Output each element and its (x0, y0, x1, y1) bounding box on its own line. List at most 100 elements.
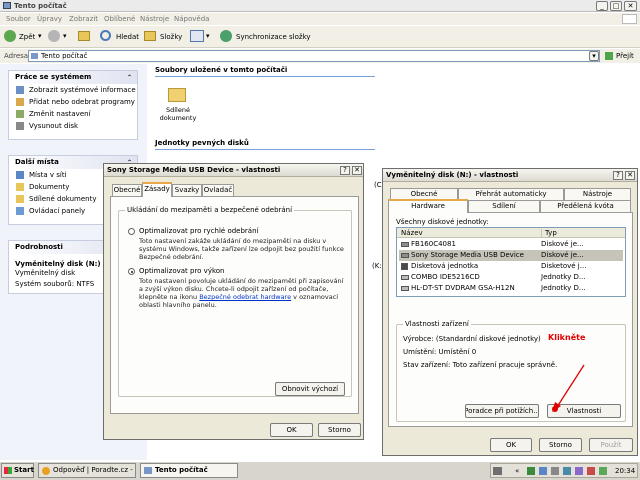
tray-icon[interactable] (563, 467, 571, 475)
table-row[interactable]: Sony Storage Media USB Device Diskové je.… (399, 250, 623, 261)
removable-disk-properties-dialog: Vyměnitelný disk (N:) - vlastnosti ? ✕ O… (382, 168, 638, 456)
folders-button-label[interactable]: Složky (160, 33, 182, 41)
help-button[interactable]: ? (340, 166, 350, 175)
performance-label[interactable]: Optimalizovat pro výkon (139, 267, 224, 275)
shared-documents-label[interactable]: Sdílené dokumenty (158, 106, 198, 122)
disk-list: Název Typ FB160C4081 Diskové je... Sony S… (396, 227, 626, 297)
table-row[interactable]: FB160C4081 Diskové je... (399, 239, 623, 250)
ok-button[interactable]: OK (270, 423, 313, 437)
minimize-button[interactable]: _ (596, 1, 608, 11)
device-properties-label: Vlastnosti zařízení (403, 320, 471, 328)
tab-hardware[interactable]: Hardware (388, 199, 468, 213)
floppy-icon (401, 263, 408, 270)
shared-documents-folder-icon[interactable] (168, 88, 186, 102)
address-dropdown-icon[interactable]: ▾ (589, 51, 599, 61)
tab-sharing[interactable]: Sdílení (468, 200, 540, 212)
performance-radio[interactable] (128, 268, 135, 275)
caching-group-label: Ukládání do mezipaměti a bezpečené odebr… (125, 206, 295, 214)
details-filesystem: Systém souborů: NTFS (15, 280, 95, 288)
click-here-annotation: Klikněte (548, 333, 586, 342)
tab-volumes[interactable]: Svazky (172, 184, 202, 196)
tab-driver[interactable]: Ovladač (202, 184, 234, 196)
help-button[interactable]: ? (613, 171, 623, 180)
start-button[interactable]: Start (1, 463, 34, 478)
computer-icon (144, 467, 152, 474)
window-title: Tento počítač (14, 2, 67, 10)
status-text: Stav zařízení: Toto zařízení pracuje spr… (403, 361, 558, 369)
safely-remove-tray-icon[interactable] (527, 467, 535, 475)
tab-general[interactable]: Obecné (112, 184, 142, 196)
sidebar-item-add-remove[interactable]: Přidat nebo odebrat programy (9, 96, 137, 108)
taskbar-item-my-computer[interactable]: Tento počítač (140, 463, 238, 478)
sync-button-label[interactable]: Synchronizace složky (236, 33, 311, 41)
section-rule (155, 76, 375, 77)
column-type[interactable]: Typ (541, 229, 557, 237)
sidebar-item-settings[interactable]: Změnit nastavení (9, 108, 137, 120)
close-button[interactable]: ✕ (625, 171, 635, 180)
address-bar: Adresa Tento počítač ▾ Přejít (0, 49, 640, 63)
network-tray-icon[interactable] (539, 467, 547, 475)
sidebar-item-eject[interactable]: Vysunout disk (9, 120, 137, 132)
system-tasks-header[interactable]: Práce se systémem ⌃ (9, 71, 137, 84)
back-dropdown-icon[interactable]: ▾ (38, 32, 42, 40)
tray-icon[interactable] (587, 467, 595, 475)
sync-icon[interactable] (220, 30, 232, 42)
performance-description: Toto nastavení povoluje ukládání do mezi… (139, 277, 344, 309)
search-button-label[interactable]: Hledat (116, 33, 139, 41)
troubleshoot-button[interactable]: Poradce při potížích... (465, 404, 539, 418)
close-button[interactable]: ✕ (624, 1, 637, 11)
folder-up-icon[interactable] (78, 31, 90, 41)
table-row[interactable]: Disketová jednotka Disketové j... (399, 261, 623, 272)
menu-file[interactable]: Soubor (6, 15, 31, 23)
tray-icon[interactable] (575, 467, 583, 475)
system-tasks-panel: Práce se systémem ⌃ Zobrazit systémové in… (8, 70, 138, 140)
apply-button[interactable]: Použít (589, 438, 633, 452)
menu-view[interactable]: Zobrazit (69, 15, 98, 23)
quick-removal-radio[interactable] (128, 228, 135, 235)
language-icon[interactable] (493, 467, 502, 475)
maximize-button[interactable]: □ (610, 1, 622, 11)
system-tray: « 20:34 (490, 463, 638, 478)
folders-icon[interactable] (144, 31, 156, 41)
tab-autoplay[interactable]: Přehrát automaticky (458, 188, 564, 200)
tab-tools[interactable]: Nástroje (564, 188, 631, 200)
taskbar-item-browser[interactable]: Odpověď | Poradte.cz - ... (38, 463, 136, 478)
cancel-button[interactable]: Storno (318, 423, 361, 437)
menu-favorites[interactable]: Oblíbené (104, 15, 135, 23)
back-button-label[interactable]: Zpět (19, 33, 35, 41)
info-icon (16, 86, 24, 94)
tray-icon[interactable] (599, 467, 607, 475)
quick-removal-label[interactable]: Optimalizovat pro rychlé odebrání (139, 227, 258, 235)
clock[interactable]: 20:34 (615, 467, 635, 475)
search-icon[interactable] (100, 30, 111, 41)
back-icon[interactable] (4, 30, 16, 42)
annotation-dot (552, 406, 558, 412)
dialog-title-bar: Sony Storage Media USB Device - vlastnos… (104, 164, 363, 177)
table-row[interactable]: COMBO IDE5216CD Jednotky D... (399, 272, 623, 283)
go-icon[interactable] (605, 52, 613, 60)
sidebar-item-system-info[interactable]: Zobrazit systémové informace (9, 84, 137, 96)
restore-defaults-button[interactable]: Obnovit výchozí (275, 382, 345, 396)
menu-help[interactable]: Nápověda (174, 15, 209, 23)
cancel-button[interactable]: Storno (539, 438, 582, 452)
forward-dropdown-icon[interactable]: ▾ (63, 32, 67, 40)
ok-button[interactable]: OK (490, 438, 532, 452)
table-row[interactable]: HL-DT-ST DVDRAM GSA-H12N Jednotky D... (399, 283, 623, 294)
column-name[interactable]: Název (401, 229, 423, 237)
address-value: Tento počítač (41, 52, 88, 60)
collapse-icon[interactable]: ⌃ (126, 74, 133, 81)
tab-policies[interactable]: Zásady (142, 182, 172, 197)
forward-icon[interactable] (48, 30, 60, 42)
close-button[interactable]: ✕ (352, 166, 362, 175)
volume-icon[interactable] (551, 467, 559, 475)
go-button[interactable]: Přejít (616, 52, 634, 60)
menu-edit[interactable]: Úpravy (37, 15, 62, 23)
tray-expand-icon[interactable]: « (515, 467, 519, 475)
menu-tools[interactable]: Nástroje (140, 15, 169, 23)
safely-remove-link[interactable]: Bezpečné odebrat hardware (199, 293, 291, 301)
views-dropdown-icon[interactable]: ▾ (206, 32, 210, 40)
dvd-drive-icon (401, 286, 409, 291)
tab-quota[interactable]: Předělená kvóta (540, 200, 631, 212)
address-input[interactable]: Tento počítač ▾ (28, 50, 600, 62)
views-icon[interactable] (190, 30, 204, 42)
